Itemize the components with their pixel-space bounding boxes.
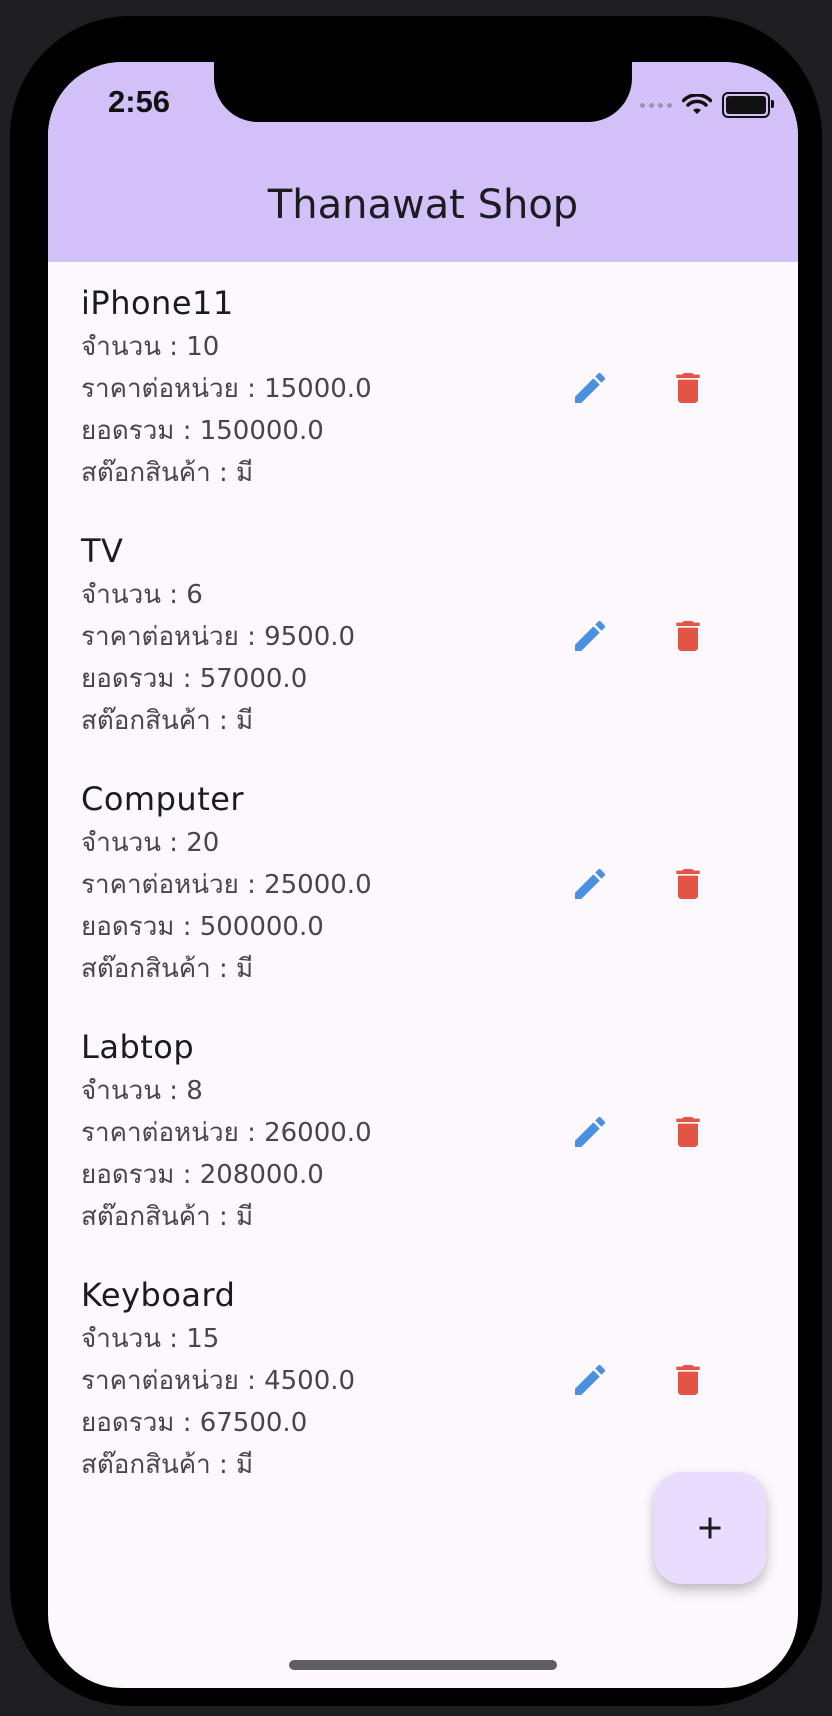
product-actions <box>568 862 710 906</box>
device-notch <box>214 62 632 122</box>
product-info: Labtop จำนวน : 8 ราคาต่อหน่วย : 26000.0 … <box>81 1024 372 1238</box>
delete-button[interactable] <box>666 1110 710 1154</box>
device-bezel: 2:56 Thanawat Shop iPhone11 จำนวน: 10 ร… <box>10 16 822 1706</box>
home-indicator[interactable] <box>289 1660 557 1670</box>
product-total: ยอดรวม : 67500.0 <box>81 1408 308 1438</box>
product-list: iPhone11 จำนวน : 10 ราคาต่อหน่วย : 15000… <box>48 262 798 1502</box>
plus-icon <box>699 1517 721 1539</box>
delete-button[interactable] <box>666 366 710 410</box>
product-quantity: จำนวน : 8 <box>81 1076 203 1106</box>
signal-icon <box>640 102 672 108</box>
trash-icon <box>676 621 700 651</box>
product-info: Computer จำนวน : 20 ราคาต่อหน่วย : 25000… <box>81 776 372 990</box>
trash-icon <box>676 373 700 403</box>
product-stock: สต๊อกสินค้า : มี <box>81 706 254 736</box>
delete-button[interactable] <box>666 614 710 658</box>
product-name: iPhone11 <box>81 284 234 322</box>
edit-button[interactable] <box>568 366 612 410</box>
add-product-button[interactable] <box>654 1472 766 1584</box>
product-total: ยอดรวม : 500000.0 <box>81 912 324 942</box>
product-total: ยอดรวม : 150000.0 <box>81 416 324 446</box>
product-stock: สต๊อกสินค้า : มี <box>81 458 254 488</box>
product-stock: สต๊อกสินค้า : มี <box>81 954 254 984</box>
pencil-icon <box>575 620 606 651</box>
product-total: ยอดรวม : 57000.0 <box>81 664 308 694</box>
product-unit-price: ราคาต่อหน่วย : 15000.0 <box>81 374 372 404</box>
product-item: iPhone11 จำนวน : 10 ราคาต่อหน่วย : 15000… <box>48 262 798 510</box>
product-item: Keyboard จำนวน : 15 ราคาต่อหน่วย : 4500.… <box>48 1254 798 1502</box>
product-name: Labtop <box>81 1028 195 1066</box>
trash-icon <box>676 1365 700 1395</box>
product-name: Computer <box>81 780 245 818</box>
pencil-icon <box>575 372 606 403</box>
product-quantity: จำนวน : 10 <box>81 332 220 362</box>
app-title: Thanawat Shop <box>267 182 579 228</box>
battery-icon <box>722 92 774 118</box>
edit-button[interactable] <box>568 1358 612 1402</box>
delete-button[interactable] <box>666 862 710 906</box>
edit-button[interactable] <box>568 862 612 906</box>
product-quantity: จำนวน : 6 <box>81 580 203 610</box>
product-actions <box>568 1110 710 1154</box>
product-item: Computer จำนวน : 20 ราคาต่อหน่วย : 25000… <box>48 758 798 1006</box>
product-stock: สต๊อกสินค้า : มี <box>81 1450 254 1480</box>
product-item: TV จำนวน : 6 ราคาต่อหน่วย : 9500.0 ยอดรว… <box>48 510 798 758</box>
edit-button[interactable] <box>568 1110 612 1154</box>
product-quantity: จำนวน : 15 <box>81 1324 220 1354</box>
product-unit-price: ราคาต่อหน่วย : 26000.0 <box>81 1118 372 1148</box>
product-info: iPhone11 จำนวน : 10 ราคาต่อหน่วย : 15000… <box>81 280 372 494</box>
product-info: Keyboard จำนวน : 15 ราคาต่อหน่วย : 4500.… <box>81 1272 355 1486</box>
product-unit-price: ราคาต่อหน่วย : 9500.0 <box>81 622 356 652</box>
product-actions <box>568 366 710 410</box>
product-actions <box>568 614 710 658</box>
product-total: ยอดรวม : 208000.0 <box>81 1160 324 1190</box>
device-frame: 2:56 Thanawat Shop iPhone11 จำนวน: 10 ร… <box>0 0 832 1716</box>
trash-icon <box>676 1117 700 1147</box>
product-actions <box>568 1358 710 1402</box>
wifi-icon <box>682 94 712 114</box>
product-name: Keyboard <box>81 1276 236 1314</box>
product-quantity: จำนวน : 20 <box>81 828 220 858</box>
pencil-icon <box>575 1116 606 1147</box>
app-screen: 2:56 Thanawat Shop iPhone11 จำนวน: 10 ร… <box>48 62 798 1688</box>
pencil-icon <box>575 1364 606 1395</box>
product-stock: สต๊อกสินค้า : มี <box>81 1202 254 1232</box>
product-unit-price: ราคาต่อหน่วย : 4500.0 <box>81 1366 356 1396</box>
status-time: 2:56 <box>108 84 171 119</box>
product-info: TV จำนวน : 6 ราคาต่อหน่วย : 9500.0 ยอดรว… <box>81 528 355 742</box>
product-unit-price: ราคาต่อหน่วย : 25000.0 <box>81 870 372 900</box>
product-item: Labtop จำนวน : 8 ราคาต่อหน่วย : 26000.0 … <box>48 1006 798 1254</box>
trash-icon <box>676 869 700 899</box>
delete-button[interactable] <box>666 1358 710 1402</box>
pencil-icon <box>575 868 606 899</box>
status-icons <box>640 92 774 118</box>
edit-button[interactable] <box>568 614 612 658</box>
product-name: TV <box>81 532 124 570</box>
